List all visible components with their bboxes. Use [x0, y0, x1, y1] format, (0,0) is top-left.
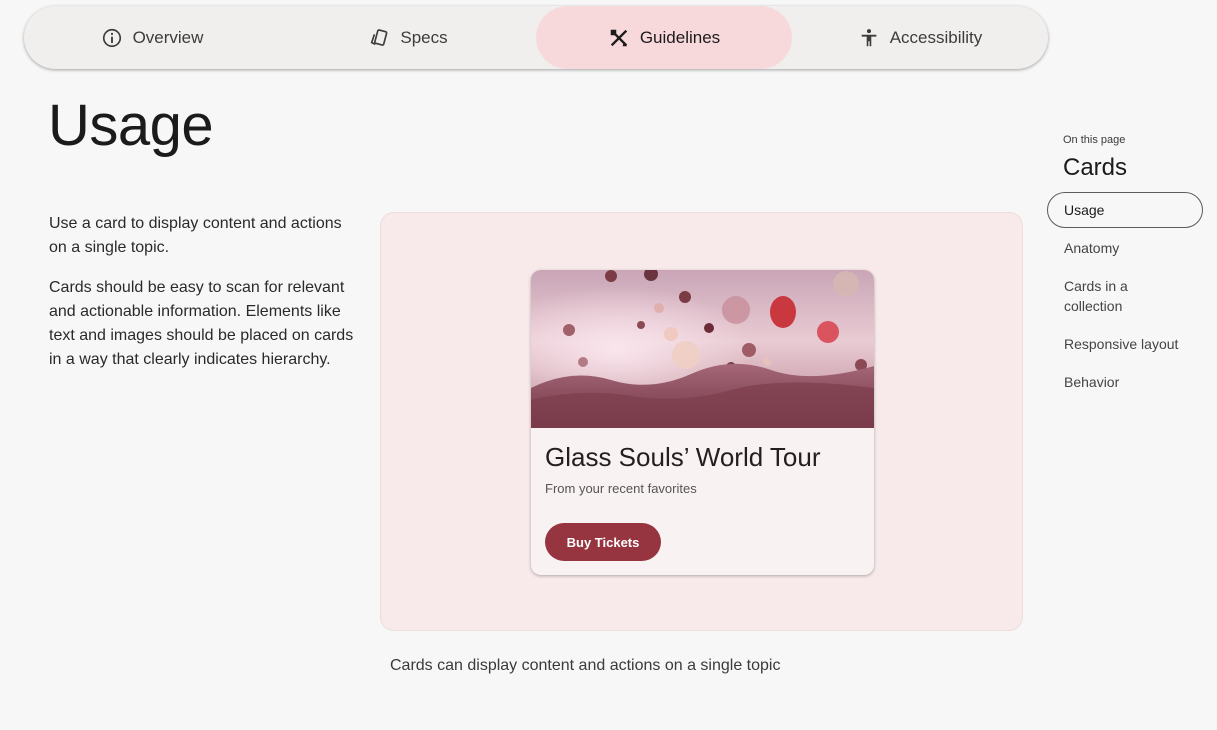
intro-paragraph: Use a card to display content and action… [49, 215, 342, 256]
tab-bar: Overview Specs Guidelines Accessibility [24, 6, 1048, 69]
tab-label: Overview [132, 27, 204, 47]
example-card[interactable]: Glass Souls’ World Tour From your recent… [531, 270, 874, 575]
tab-guidelines[interactable]: Guidelines [536, 6, 792, 69]
toc-title: Cards [1063, 154, 1128, 181]
card-title: Glass Souls’ World Tour [545, 442, 821, 472]
on-this-page-nav: On this page Cards Usage Anatomy Cards i… [1047, 134, 1217, 402]
page-title: Usage [48, 93, 214, 158]
info-icon [101, 27, 123, 49]
accessibility-icon [858, 27, 880, 49]
design-tools-icon [608, 27, 630, 49]
toc-item-usage[interactable]: Usage [1047, 192, 1203, 228]
toc-item-cards-in-a-collection[interactable]: Cards in a collection [1047, 268, 1203, 324]
toc-item-behavior[interactable]: Behavior [1047, 364, 1203, 400]
card-example-surface: Glass Souls’ World Tour From your recent… [380, 212, 1023, 631]
concert-balloons-image [531, 270, 874, 428]
tab-label: Guidelines [639, 27, 721, 47]
toc-item-anatomy[interactable]: Anatomy [1047, 230, 1203, 266]
tab-accessibility[interactable]: Accessibility [792, 6, 1048, 69]
card-subtitle: From your recent favorites [545, 481, 697, 496]
toc-eyebrow: On this page [1063, 134, 1126, 146]
intro-paragraph: Cards should be easy to scan for relevan… [49, 279, 354, 368]
tab-label: Specs [400, 27, 448, 47]
toc-list: Usage Anatomy Cards in a collection Resp… [1047, 192, 1217, 400]
intro-text: Use a card to display content and action… [49, 212, 359, 388]
figure-caption: Cards can display content and actions on… [390, 657, 781, 674]
toc-item-responsive-layout[interactable]: Responsive layout [1047, 326, 1203, 362]
specs-icon [368, 27, 390, 49]
buy-tickets-button[interactable]: Buy Tickets [545, 523, 661, 561]
tab-label: Accessibility [889, 27, 983, 47]
tab-overview[interactable]: Overview [24, 6, 280, 69]
tab-specs[interactable]: Specs [280, 6, 536, 69]
